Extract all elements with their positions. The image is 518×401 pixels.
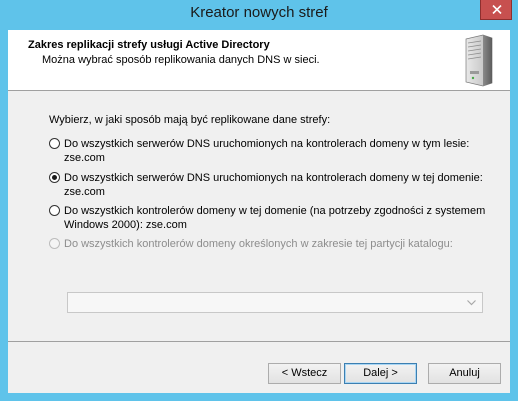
option-label: Do wszystkich serwerów DNS uruchomionych…: [64, 138, 470, 150]
close-button[interactable]: [480, 0, 512, 20]
chevron-down-icon: [467, 300, 476, 306]
title-bar[interactable]: Kreator nowych stref: [0, 0, 518, 29]
option-label: Do wszystkich kontrolerów domeny w tej d…: [64, 205, 486, 217]
option-label: Do wszystkich serwerów DNS uruchomionych…: [64, 172, 483, 184]
server-icon: [465, 34, 493, 87]
close-icon: [492, 5, 502, 14]
next-button[interactable]: Dalej >: [344, 363, 417, 384]
back-button[interactable]: < Wstecz: [268, 363, 341, 384]
option-label: Do wszystkich kontrolerów domeny określo…: [64, 238, 453, 250]
radio-button[interactable]: [49, 205, 60, 216]
window-title: Kreator nowych stref: [190, 4, 328, 21]
cancel-button[interactable]: Anuluj: [428, 363, 501, 384]
radio-button-selected[interactable]: [49, 172, 60, 183]
replication-prompt: Wybierz, w jaki sposób mają być replikow…: [49, 114, 331, 126]
wizard-window: Kreator nowych stref Zakres replikacji s…: [0, 0, 518, 401]
partition-combobox: [67, 292, 483, 313]
option-label-domain: zse.com: [64, 186, 105, 198]
radio-button[interactable]: [49, 138, 60, 149]
wizard-header: Zakres replikacji strefy usługi Active D…: [8, 30, 510, 91]
wizard-footer: < Wstecz Dalej > Anuluj: [8, 341, 510, 394]
radio-button-disabled: [49, 238, 60, 249]
wizard-client-area: Zakres replikacji strefy usługi Active D…: [8, 30, 510, 393]
page-subtitle: Można wybrać sposób replikowania danych …: [42, 54, 320, 66]
option-label-domain: Windows 2000): zse.com: [64, 219, 187, 231]
wizard-body: Wybierz, w jaki sposób mają być replikow…: [8, 91, 510, 341]
option-label-domain: zse.com: [64, 152, 105, 164]
page-title: Zakres replikacji strefy usługi Active D…: [28, 39, 270, 51]
